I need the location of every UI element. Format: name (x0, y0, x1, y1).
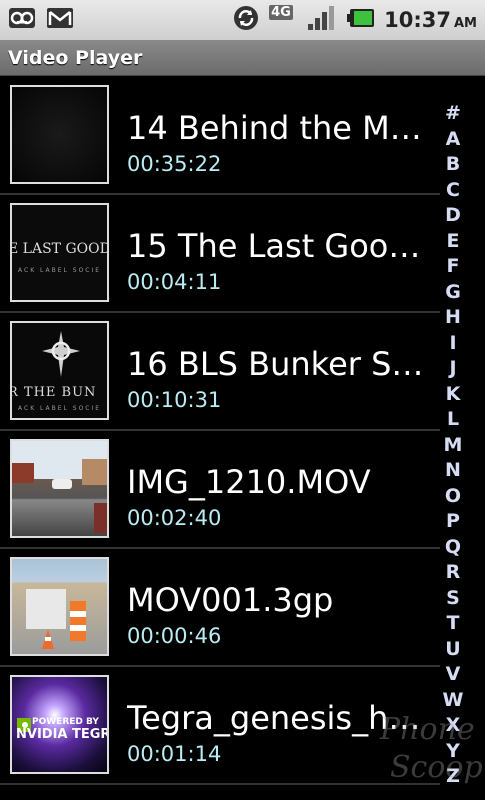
alphabet-index-letter[interactable]: T (447, 611, 460, 637)
alphabet-index-letter[interactable]: N (445, 458, 461, 484)
video-title: IMG_1210.MOV (127, 463, 371, 501)
system-icons: 4G 10:37 AM (232, 4, 477, 36)
4g-icon: 4G (268, 5, 298, 35)
video-duration: 00:35:22 (127, 152, 222, 176)
clock-ampm: AM (454, 16, 477, 31)
video-title: MOV001.3gp (127, 581, 334, 619)
video-thumbnail: R THE BUN ACK LABEL SOCIE (10, 321, 109, 420)
video-thumbnail (10, 439, 109, 538)
thumbnail-subcaption: NVIDIA TEGR (16, 727, 109, 742)
alphabet-index-letter[interactable]: E (447, 229, 460, 255)
alphabet-index-letter[interactable]: K (446, 382, 461, 408)
video-duration: 00:01:14 (127, 742, 222, 766)
alphabet-index-letter[interactable]: D (445, 203, 461, 229)
alphabet-index-letter[interactable]: B (446, 152, 460, 178)
alphabet-index-letter[interactable]: V (446, 662, 461, 688)
watermark-logo: Phone Scoop (372, 705, 483, 795)
video-list-item[interactable]: MOV001.3gp 00:00:46 (0, 549, 440, 667)
battery-icon (346, 5, 376, 35)
alphabet-index-letter[interactable]: C (446, 178, 460, 204)
clock: 10:37 AM (384, 8, 477, 32)
video-list[interactable]: 14 Behind the Mus... 00:35:22 E LAST GOO… (0, 77, 440, 785)
status-bar: 4G 10:37 AM (0, 0, 485, 40)
thumbnail-subcaption: ACK LABEL SOCIE (18, 267, 102, 274)
video-duration: 00:10:31 (127, 388, 222, 412)
voicemail-icon[interactable] (8, 6, 36, 34)
video-title: 14 Behind the Mus... (127, 109, 435, 147)
alphabet-index-letter[interactable]: M (444, 433, 463, 459)
alphabet-index-letter[interactable]: G (445, 280, 461, 306)
video-list-item[interactable]: E LAST GOOD ACK LABEL SOCIE 15 The Last … (0, 195, 440, 313)
alphabet-index-letter[interactable]: I (449, 331, 456, 357)
video-thumbnail: E LAST GOOD ACK LABEL SOCIE (10, 203, 109, 302)
thumbnail-caption: R THE BUN (10, 385, 97, 400)
notification-icons (8, 6, 74, 34)
video-title: 15 The Last Goodb... (127, 227, 435, 265)
video-list-item[interactable]: 14 Behind the Mus... 00:35:22 (0, 77, 440, 195)
video-thumbnail (10, 557, 109, 656)
traffic-cones-icon (26, 589, 86, 649)
alphabet-index[interactable]: # A B C D E F G H I J K L M N O P Q R S T U V W X Y Z (441, 101, 465, 790)
alphabet-index-letter[interactable]: J (449, 356, 456, 382)
alphabet-index-letter[interactable]: P (446, 509, 460, 535)
video-thumbnail (10, 85, 109, 184)
alphabet-index-letter[interactable]: R (446, 560, 461, 586)
thumbnail-caption: POWERED BY (32, 717, 99, 727)
video-list-item[interactable]: IMG_1210.MOV 00:02:40 (0, 431, 440, 549)
alphabet-index-letter[interactable]: A (446, 127, 461, 153)
svg-text:Scoop: Scoop (390, 750, 482, 785)
video-list-item[interactable]: R THE BUN ACK LABEL SOCIE 16 BLS Bunker … (0, 313, 440, 431)
sync-icon (232, 4, 260, 36)
alphabet-index-letter[interactable]: Q (445, 535, 461, 561)
alphabet-index-letter[interactable]: L (447, 407, 459, 433)
video-duration: 00:00:46 (127, 624, 222, 648)
network-badge: 4G (269, 5, 293, 20)
video-duration: 00:04:11 (127, 270, 222, 294)
alphabet-index-letter[interactable]: F (447, 254, 460, 280)
street-scene-icon (12, 459, 107, 533)
thumbnail-subcaption: ACK LABEL SOCIE (18, 405, 102, 412)
signal-icon (306, 4, 338, 36)
clock-time: 10:37 (384, 8, 451, 32)
video-thumbnail: POWERED BY NVIDIA TEGR (10, 675, 109, 774)
alphabet-index-letter[interactable]: # (445, 101, 461, 127)
alphabet-index-letter[interactable]: H (445, 305, 461, 331)
svg-text:Phone: Phone (379, 712, 475, 747)
alphabet-index-letter[interactable]: S (446, 586, 460, 612)
alphabet-index-letter[interactable]: U (445, 637, 460, 663)
cross-emblem-icon (42, 331, 80, 377)
alphabet-index-letter[interactable]: O (445, 484, 461, 510)
gmail-icon[interactable] (46, 6, 74, 34)
thumbnail-caption: E LAST GOOD (10, 241, 109, 257)
video-title: 16 BLS Bunker Stu... (127, 345, 435, 383)
video-duration: 00:02:40 (127, 506, 222, 530)
app-title-bar: Video Player (0, 40, 485, 76)
app-title: Video Player (8, 46, 143, 69)
